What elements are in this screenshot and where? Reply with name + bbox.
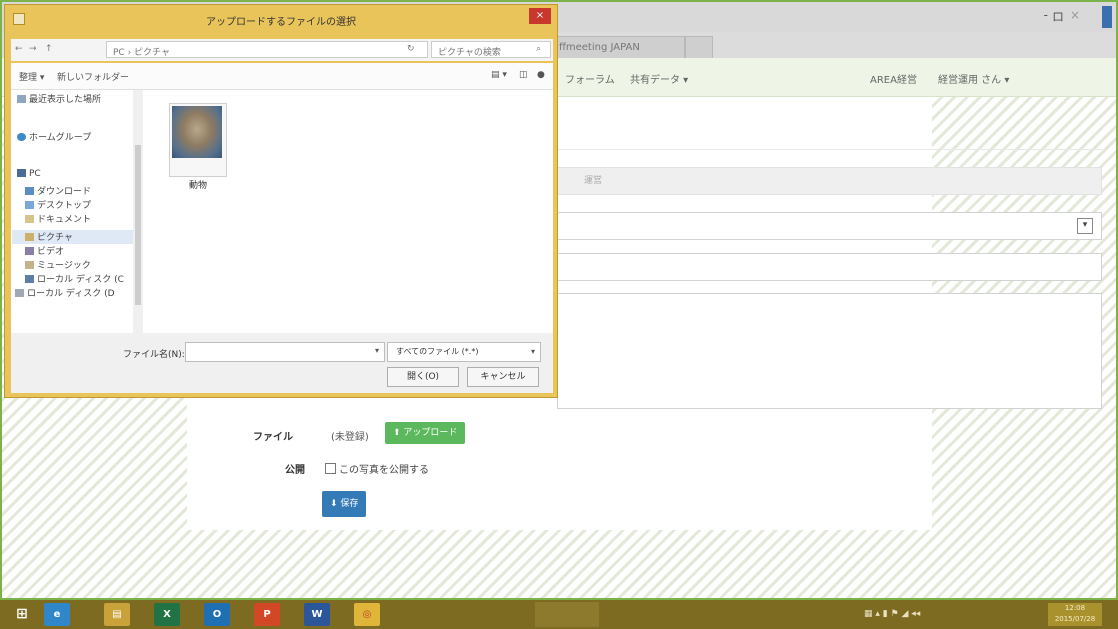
nav-shared-data[interactable]: 共有データ ▾ (630, 71, 688, 86)
nav-downloads[interactable]: ダウンロード (25, 184, 91, 197)
minimize-button[interactable]: - (1044, 8, 1048, 22)
homegroup-icon (17, 133, 26, 141)
file-thumbnail (172, 106, 222, 158)
section-header: 運営 (557, 167, 1102, 195)
nav-desktop[interactable]: デスクトップ (25, 198, 91, 211)
nav-scrollbar[interactable] (133, 90, 143, 333)
scroll-thumb[interactable] (135, 145, 141, 305)
back-icon[interactable]: ← (15, 44, 23, 54)
chrome-icon[interactable]: ◎ (354, 603, 380, 626)
cancel-button[interactable]: キャンセル (467, 367, 539, 387)
chevron-down-icon: ▾ (530, 347, 535, 356)
help-icon[interactable]: ● (537, 70, 545, 80)
file-name-label[interactable]: 動物 (169, 178, 227, 191)
disk-icon (25, 275, 34, 283)
browser-window: - ロ × ffmeeting JAPAN ⌂ ☆ ⚙ フォーラム 共有データ … (0, 0, 1118, 600)
nav-homegroup[interactable]: ホームグループ (17, 130, 91, 143)
system-tray-icons[interactable]: ▦ ▴ ▮ ⚑ ◢ ◂◂ (864, 609, 920, 619)
path-box[interactable]: PC › ピクチャ ↻ (106, 41, 428, 58)
file-status: (未登録) (331, 432, 369, 443)
clock[interactable]: 12:08 2015/07/28 (1048, 603, 1102, 626)
outlook-icon[interactable]: O (204, 603, 230, 626)
dialog-close-button[interactable]: × (529, 8, 551, 24)
browser-tab[interactable]: ffmeeting JAPAN (550, 36, 685, 58)
file-label: ファイル (253, 432, 293, 443)
dialog-footer: ファイル名(N): ▾ すべてのファイル (*.*) ▾ 開く(O) キャンセル (11, 333, 553, 393)
filetype-select[interactable]: すべてのファイル (*.*) ▾ (387, 342, 541, 362)
search-icon: ⌕ (536, 44, 542, 54)
new-tab-button[interactable] (685, 36, 713, 58)
forward-icon[interactable]: → (29, 44, 37, 54)
filename-input[interactable]: ▾ (185, 342, 385, 362)
disk-icon (15, 289, 24, 297)
publish-label: 公開 (285, 465, 305, 476)
title-input[interactable] (557, 253, 1102, 281)
powerpoint-icon[interactable]: P (254, 603, 280, 626)
search-placeholder: ピクチャの検索 (438, 48, 501, 58)
videos-icon (25, 247, 34, 255)
refresh-icon[interactable]: ↻ (407, 44, 415, 54)
upload-button[interactable]: ⬆ アップロード (385, 422, 466, 444)
active-task[interactable] (535, 602, 599, 627)
upload-button-label: アップロード (403, 428, 458, 438)
nav-pc[interactable]: PC (17, 169, 41, 179)
upload-icon: ⬆ (393, 428, 404, 438)
taskbar: ⊞ e ▤ X O P W ◎ ▦ ▴ ▮ ⚑ ◢ ◂◂ 12:08 2015/… (0, 600, 1118, 629)
clock-date: 2015/07/28 (1054, 615, 1096, 623)
nav-music[interactable]: ミュージック (25, 258, 91, 271)
pictures-icon (25, 233, 34, 241)
open-button[interactable]: 開く(O) (387, 367, 459, 387)
nav-disk-d[interactable]: ローカル ディスク (D (15, 286, 115, 299)
nav-disk-c[interactable]: ローカル ディスク (C (25, 272, 124, 285)
description-textarea[interactable] (557, 293, 1102, 409)
save-button-label: 保存 (340, 499, 359, 509)
nav-pictures[interactable]: ピクチャ (25, 230, 73, 243)
pc-icon (17, 169, 26, 177)
nav-documents[interactable]: ドキュメント (25, 212, 91, 225)
divider (557, 149, 1102, 150)
organize-button[interactable]: 整理 ▾ (19, 70, 44, 83)
word-icon[interactable]: W (304, 603, 330, 626)
desktop-icon (25, 201, 34, 209)
ie-icon[interactable]: e (44, 603, 70, 626)
chevron-down-icon: ▾ (1077, 218, 1093, 234)
navigation-pane: 最近表示した場所 ホームグループ PC ダウンロード デスクトップ ドキュメント… (11, 90, 144, 333)
view-icon[interactable]: ▤ ▾ (491, 70, 507, 80)
preview-pane-icon[interactable]: ◫ (519, 70, 528, 80)
close-button[interactable]: × (1070, 8, 1080, 22)
file-list: 動物 (143, 90, 553, 333)
search-box[interactable]: ピクチャの検索 ⌕ (431, 41, 551, 58)
download-icon: ⬇ (330, 499, 341, 509)
new-folder-button[interactable]: 新しいフォルダー (57, 70, 129, 83)
clock-time: 12:08 (1064, 604, 1086, 612)
address-bar: ← → ↑ PC › ピクチャ ↻ ピクチャの検索 ⌕ (11, 39, 553, 61)
excel-icon[interactable]: X (154, 603, 180, 626)
file-item[interactable] (169, 103, 227, 177)
publish-checkbox[interactable] (325, 463, 336, 474)
chevron-down-icon[interactable]: ▾ (375, 346, 379, 355)
start-button[interactable]: ⊞ (8, 603, 36, 626)
documents-icon (25, 215, 34, 223)
recent-icon (17, 95, 26, 103)
tab-title: ffmeeting JAPAN (559, 42, 640, 53)
dialog-title: アップロードするファイルの選択 (206, 17, 356, 28)
publish-checkbox-label[interactable]: この写真を公開する (339, 461, 429, 476)
explorer-icon[interactable]: ▤ (104, 603, 130, 626)
nav-recent[interactable]: 最近表示した場所 (17, 92, 101, 105)
downloads-icon (25, 187, 34, 195)
up-icon[interactable]: ↑ (45, 44, 53, 54)
file-dialog: アップロードするファイルの選択 × ← → ↑ PC › ピクチャ ↻ ピクチャ… (4, 4, 558, 398)
music-icon (25, 261, 34, 269)
save-button[interactable]: ⬇ 保存 (322, 491, 367, 517)
path-text: PC › ピクチャ (113, 48, 170, 58)
nav-forum[interactable]: フォーラム (565, 71, 615, 86)
nav-org[interactable]: AREA経営 (870, 71, 917, 86)
dialog-toolbar: 整理 ▾ 新しいフォルダー ▤ ▾ ◫ ● (11, 63, 553, 90)
nav-videos[interactable]: ビデオ (25, 244, 64, 257)
category-select[interactable]: ▾ (557, 212, 1102, 240)
maximize-button[interactable]: ロ (1052, 8, 1064, 25)
user-menu[interactable]: 経営運用 さん ▾ (938, 71, 1009, 86)
window-accent (1102, 6, 1112, 28)
filename-label: ファイル名(N): (123, 350, 185, 360)
